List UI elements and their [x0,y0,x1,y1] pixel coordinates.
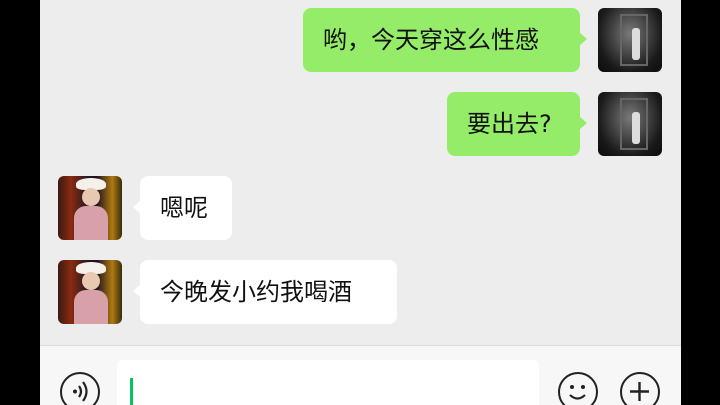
incoming-message-bubble[interactable]: 嗯呢 [133,176,232,240]
chat-screen: 哟，今天穿这么性感 要出去? 嗯呢 今晚发小约我喝酒 [40,0,681,405]
outgoing-message-bubble[interactable]: 要出去? [447,92,587,156]
voice-icon[interactable] [60,372,100,405]
outgoing-message-bubble[interactable]: 哟，今天穿这么性感 [303,8,587,72]
contact-avatar[interactable] [58,176,122,240]
text-caret [130,378,133,405]
message-input[interactable] [117,360,539,405]
chat-input-bar [40,345,681,405]
incoming-message-bubble[interactable]: 今晚发小约我喝酒 [133,260,397,324]
contact-avatar[interactable] [58,260,122,324]
my-avatar[interactable] [598,92,662,156]
plus-icon[interactable] [620,372,660,405]
emoji-icon[interactable] [558,372,598,405]
my-avatar[interactable] [598,8,662,72]
